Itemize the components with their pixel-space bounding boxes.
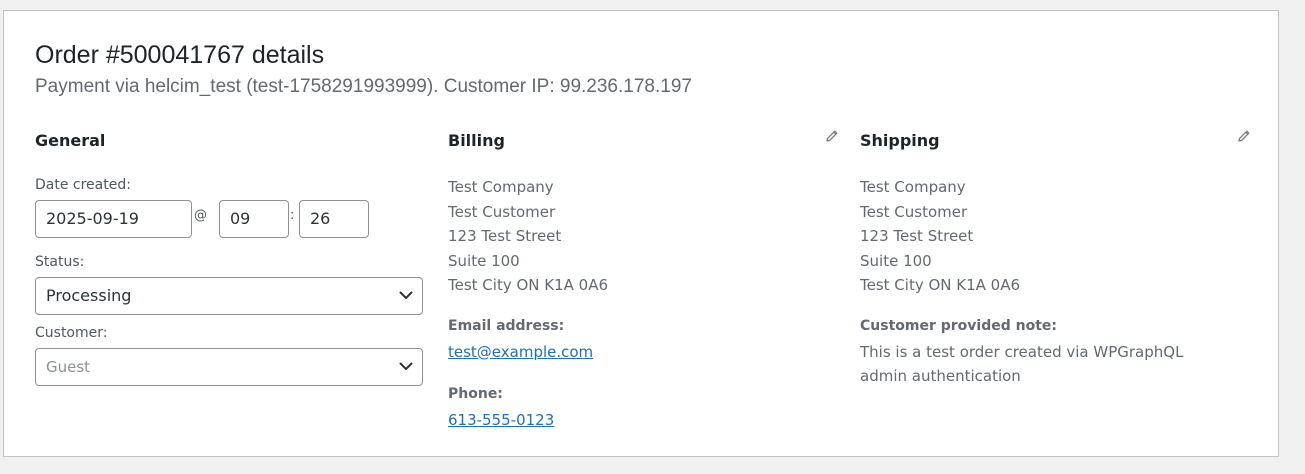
pencil-icon[interactable]: [1236, 128, 1252, 144]
customer-note-text: This is a test order created via WPGraph…: [860, 342, 1184, 386]
shipping-address-line: 123 Test Street: [860, 227, 974, 245]
pencil-icon[interactable]: [824, 128, 840, 144]
minute-input[interactable]: 26: [299, 200, 369, 238]
general-column: General Date created: 2025-09-19 @ 09 : …: [35, 129, 423, 386]
billing-heading: Billing: [448, 131, 505, 150]
billing-address-line: Suite 100: [448, 251, 520, 270]
colon-separator: :: [290, 208, 295, 223]
billing-address-line: 123 Test Street: [448, 227, 562, 245]
shipping-address-line: Test Company: [860, 178, 966, 196]
billing-address: Test Company Test Customer 123 Test Stre…: [448, 175, 840, 298]
shipping-address-line: Test City ON K1A 0A6: [860, 276, 1021, 294]
email-label: Email address:: [448, 317, 565, 334]
shipping-column: Shipping Test Company Test Customer 123 …: [860, 129, 1252, 389]
status-select-value: Processing: [46, 286, 132, 305]
chevron-down-icon: [399, 291, 413, 299]
order-data-panel: Order #500041767 details Payment via hel…: [3, 10, 1279, 457]
shipping-address-line: Test Customer: [860, 202, 968, 221]
phone-label: Phone:: [448, 386, 503, 402]
customer-label: Customer:: [35, 325, 108, 341]
billing-address-line: Test Company: [448, 178, 554, 196]
customer-select-value: Guest: [46, 358, 91, 376]
date-created-input[interactable]: 2025-09-19: [35, 200, 192, 238]
general-heading: General: [35, 131, 106, 150]
date-created-row: 2025-09-19 @ 09 : 26: [35, 200, 423, 238]
order-title: Order #500041767 details: [35, 41, 325, 69]
phone-link[interactable]: 613-555-0123: [448, 411, 554, 429]
shipping-address-line: Suite 100: [860, 251, 932, 270]
shipping-address: Test Company Test Customer 123 Test Stre…: [860, 175, 1252, 298]
billing-address-line: Test City ON K1A 0A6: [448, 276, 609, 294]
customer-select[interactable]: Guest: [35, 348, 423, 386]
billing-address-line: Test Customer: [448, 202, 556, 221]
status-select[interactable]: Processing: [35, 277, 423, 315]
chevron-down-icon: [399, 362, 413, 370]
customer-note-label: Customer provided note:: [860, 317, 1057, 334]
billing-column: Billing Test Company Test Customer 123 T…: [448, 129, 840, 433]
shipping-heading: Shipping: [860, 131, 940, 150]
order-payment-info: Payment via helcim_test (test-1758291993…: [35, 76, 692, 97]
at-separator: @: [194, 208, 207, 223]
hour-input[interactable]: 09: [219, 200, 289, 238]
status-label: Status:: [35, 254, 85, 270]
email-link[interactable]: test@example.com: [448, 343, 593, 361]
date-created-label: Date created:: [35, 177, 131, 193]
